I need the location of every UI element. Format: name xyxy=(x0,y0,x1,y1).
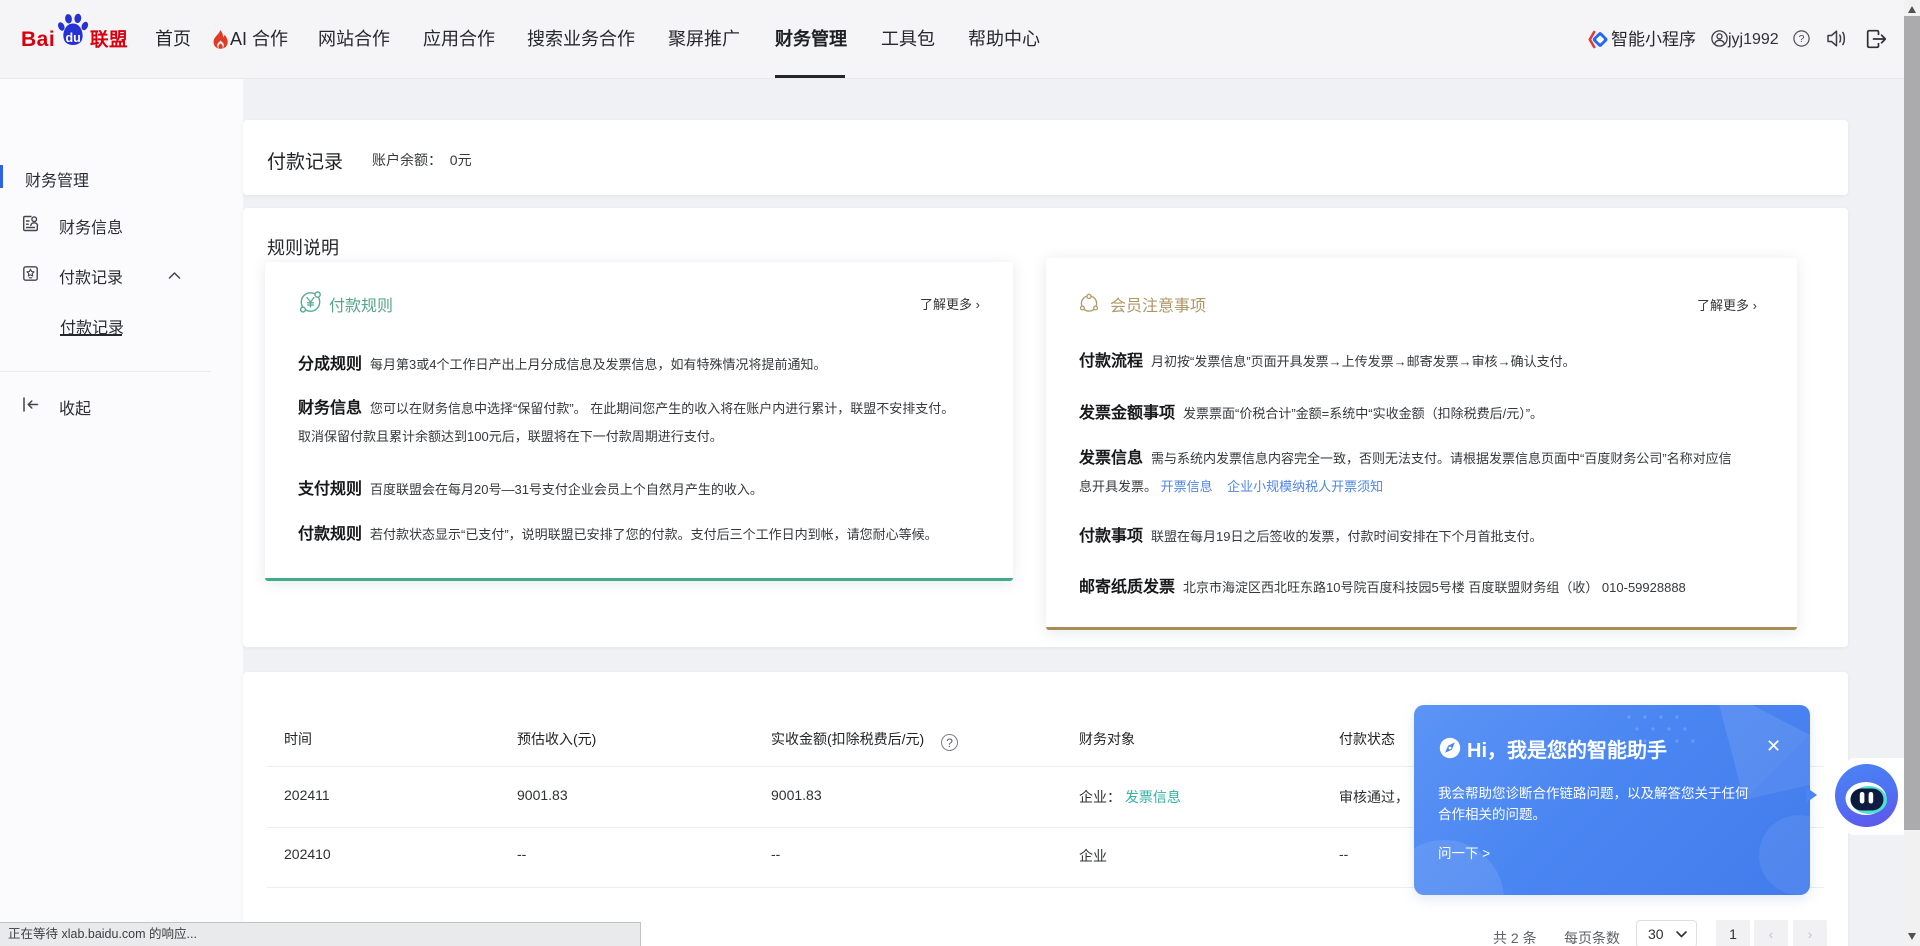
svg-text:Bai: Bai xyxy=(21,28,55,51)
svg-text:?: ? xyxy=(1799,33,1805,45)
svg-text:联盟: 联盟 xyxy=(90,29,128,50)
svg-text:du: du xyxy=(66,31,81,45)
